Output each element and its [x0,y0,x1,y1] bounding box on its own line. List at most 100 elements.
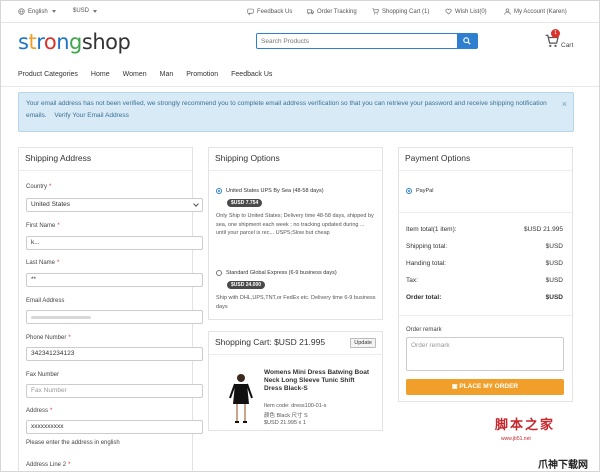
email-field[interactable] [26,310,203,324]
nav-item-promotion[interactable]: Promotion [186,71,218,81]
update-button[interactable]: Update [350,338,376,348]
fax-label: Fax Number [26,372,60,378]
nav-item-man[interactable]: Man [160,71,174,81]
shipping-option-desc: Ship with DHL,UPS,TNT,or FedEx etc. Deli… [216,295,376,310]
shipping-options-panel: Shipping Options United States UPS By Se… [208,147,383,320]
fax-field[interactable]: Fax Number [26,384,203,398]
handing-total-row: Handing total: $USD [406,260,563,267]
language-label: English [28,8,48,15]
search-icon [463,37,471,45]
shipping-price-badge: $USD 7.754 [227,199,263,207]
top-bar: English $USD Feedback Us Order Tracking … [1,1,599,23]
shipping-option-name: United States UPS By Sea (48-58 days) [226,188,324,194]
panel-divider [399,170,572,171]
header-cart[interactable]: 1 Cart [545,29,579,51]
panel-divider [19,170,192,171]
product-name[interactable]: Womens Mini Dress Batwing Boat Neck Long… [264,369,374,393]
last-name-field[interactable]: ** [26,273,203,287]
logo-letter: r [36,30,44,54]
shopping-cart-label: Shopping Cart (1) [382,8,430,15]
first-name-field[interactable]: k... [26,236,203,250]
globe-icon [18,8,25,15]
watermark-url: www.jb51.net [501,436,531,442]
shipping-option-desc: Only Ship to United States; Delivery tim… [216,213,374,236]
place-order-button[interactable]: ▣ PLACE MY ORDER [406,379,564,395]
chevron-down-icon [193,201,199,207]
currency-label: $USD [73,8,90,14]
product-color-size: 颜色 Black 尺寸 S [264,413,308,419]
heart-icon [445,8,452,15]
cart-icon [372,8,379,15]
phone-field[interactable]: 342341234123 [26,347,203,361]
blurred-email [31,316,91,319]
nav-divider [1,86,599,87]
nav-item-home[interactable]: Home [91,71,110,81]
address-field[interactable]: xxxxxxxxxx [26,420,203,434]
last-name-label: Last Name * [26,260,60,266]
shipping-options-title: Shipping Options [215,153,280,163]
checkout-page: English $USD Feedback Us Order Tracking … [0,0,600,472]
feedback-link[interactable]: Feedback Us [247,8,292,15]
truck-icon [307,9,314,15]
email-label: Email Address [26,298,65,304]
payment-radio-paypal[interactable] [406,188,412,194]
shipping-address-title: Shipping Address [25,153,92,163]
site-logo[interactable]: strongshop [18,30,131,54]
shipping-option-name: Standard Global Express (6-9 business da… [226,270,337,276]
my-account-label: My Account (Karen) [514,8,567,15]
search-button[interactable] [457,34,477,48]
shipping-address-panel: Shipping Address Country * United States … [18,147,203,471]
shopping-cart-link[interactable]: Shopping Cart (1) [372,8,429,15]
order-tracking-link[interactable]: Order Tracking [307,8,357,15]
feedback-label: Feedback Us [257,8,293,15]
currency-selector[interactable]: $USD [73,8,98,14]
first-name-label: First Name * [26,223,60,229]
my-account-link[interactable]: My Account (Karen) [504,8,567,15]
nav-item-feedback[interactable]: Feedback Us [231,71,272,81]
order-remark-label: Order remark [406,327,442,333]
watermark-text: 脚本之家 [495,418,556,433]
user-icon [504,8,511,15]
logo-letter: n [56,30,70,54]
shipping-option-radio-express[interactable] [216,270,222,276]
wish-list-label: Wish List(0) [455,8,487,15]
cart-count-badge: 1 [551,29,560,38]
product-item-code: Item code: dress100-01-s [264,403,327,409]
order-total-row: Order total: $USD [406,294,563,301]
shipping-price-badge: $USD 24.000 [227,281,266,289]
shipping-total-row: Shipping total: $USD [406,243,563,250]
nav-item-product-categories[interactable]: Product Categories [18,71,78,81]
payment-method-label: PayPal [416,188,434,194]
country-select[interactable]: United States [26,198,203,212]
panel-divider [209,170,382,171]
feedback-icon [247,8,254,15]
panel-divider [209,354,382,355]
order-remark-textarea[interactable]: Order remark [406,337,564,371]
cart-summary-panel: Shopping Cart: $USD 21.995 Update Womens… [208,331,383,431]
panel-divider [399,315,572,316]
main-nav: Product Categories Home Women Man Promot… [18,71,272,81]
item-total-row: Item total(1 item): $USD 21.995 [406,226,563,233]
wish-list-link[interactable]: Wish List(0) [445,8,487,15]
country-value: United States [31,201,71,208]
payment-options-panel: Payment Options PayPal Item total(1 item… [398,147,573,402]
language-selector[interactable]: English [18,8,56,15]
product-price-qty: $USD 21.995 x 1 [264,420,306,426]
logo-letter: s [18,30,29,54]
cart-summary-title: Shopping Cart: $USD 21.995 [215,337,326,347]
phone-label: Phone Number * [26,335,71,341]
search-bar [256,33,478,49]
logo-letter: o [43,30,57,54]
lock-icon: ▣ [451,384,458,390]
shipping-option-radio-ups[interactable] [216,188,222,194]
close-icon[interactable]: × [562,98,567,110]
product-image[interactable] [229,372,253,426]
address-label: Address * [26,408,53,414]
chevron-down-icon [93,9,98,13]
country-label: Country * [26,184,52,190]
search-input[interactable] [257,34,456,48]
payment-options-title: Payment Options [405,153,471,163]
watermark-corner: 爪神下载网 [538,460,588,471]
nav-item-women[interactable]: Women [123,71,147,81]
verify-email-link[interactable]: Verify Your Email Address [54,112,128,119]
